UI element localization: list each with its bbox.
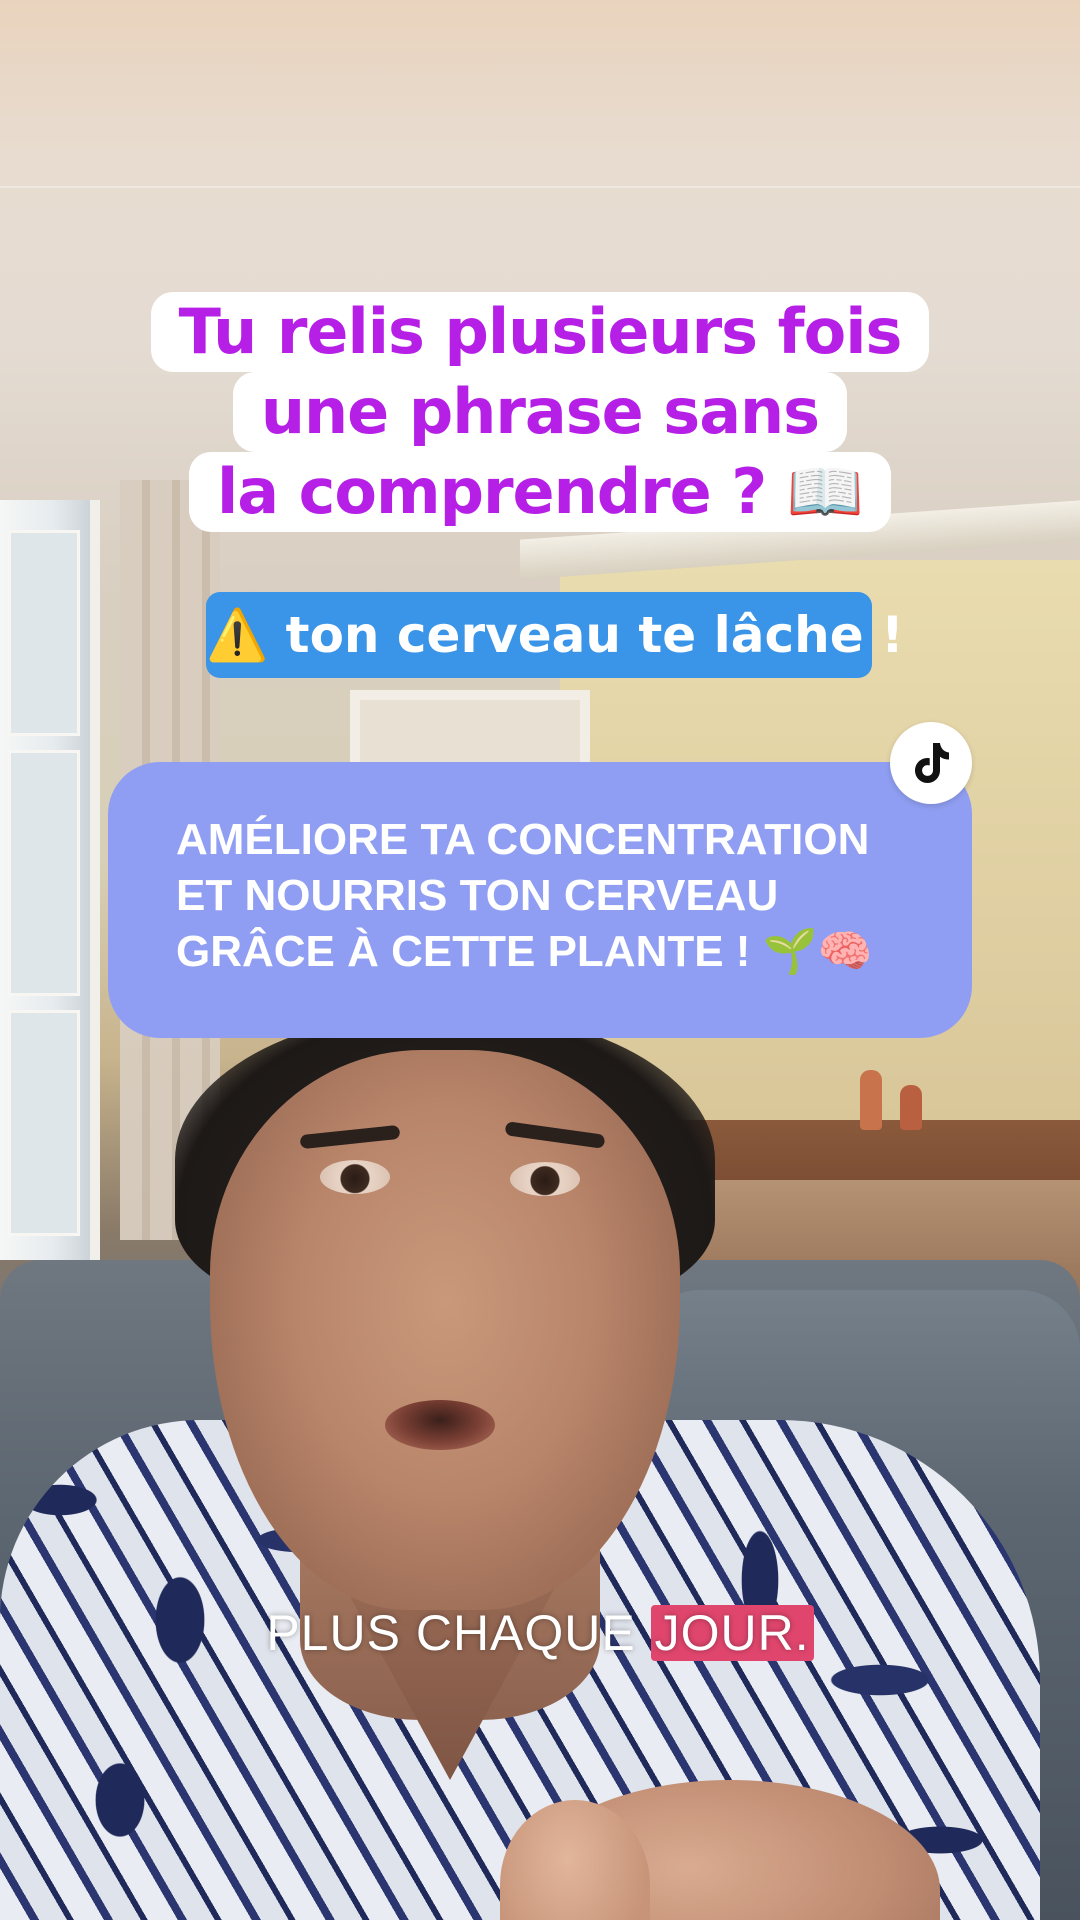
vase	[860, 1070, 882, 1130]
promo-line-1: AMÉLIORE TA CONCENTRATION	[176, 815, 870, 864]
vase	[900, 1085, 922, 1130]
promo-card: AMÉLIORE TA CONCENTRATION ET NOURRIS TON…	[108, 762, 972, 1038]
window-pane	[8, 1010, 80, 1236]
mouth	[385, 1400, 495, 1450]
caption-highlight: JOUR.	[650, 1605, 814, 1661]
title-line-2: une phrase sans	[232, 372, 848, 452]
right-eye	[510, 1162, 580, 1196]
promo-line-2: ET NOURRIS TON CERVEAU	[176, 871, 779, 920]
window-pane	[8, 530, 80, 736]
tiktok-logo-glyph	[915, 743, 949, 783]
caption-text: PLUS CHAQUE	[266, 1605, 651, 1661]
ceiling-line	[0, 186, 1080, 188]
window	[0, 500, 100, 1260]
title-line-1: Tu relis plusieurs fois	[150, 292, 930, 372]
title-overlay: Tu relis plusieurs fois une phrase sans …	[0, 292, 1080, 532]
subtitle-caption: PLUS CHAQUE JOUR.	[0, 1602, 1080, 1664]
alert-pill: ⚠️ ton cerveau te lâche !	[206, 592, 904, 678]
face	[210, 1050, 680, 1610]
left-eye	[320, 1160, 390, 1194]
video-frame[interactable]: Tu relis plusieurs fois une phrase sans …	[0, 0, 1080, 1920]
window-pane	[8, 750, 80, 996]
title-line-3: la comprendre ? 📖	[188, 452, 892, 532]
tiktok-icon[interactable]	[890, 722, 972, 804]
promo-line-3: GRÂCE À CETTE PLANTE ! 🌱🧠	[176, 927, 873, 976]
